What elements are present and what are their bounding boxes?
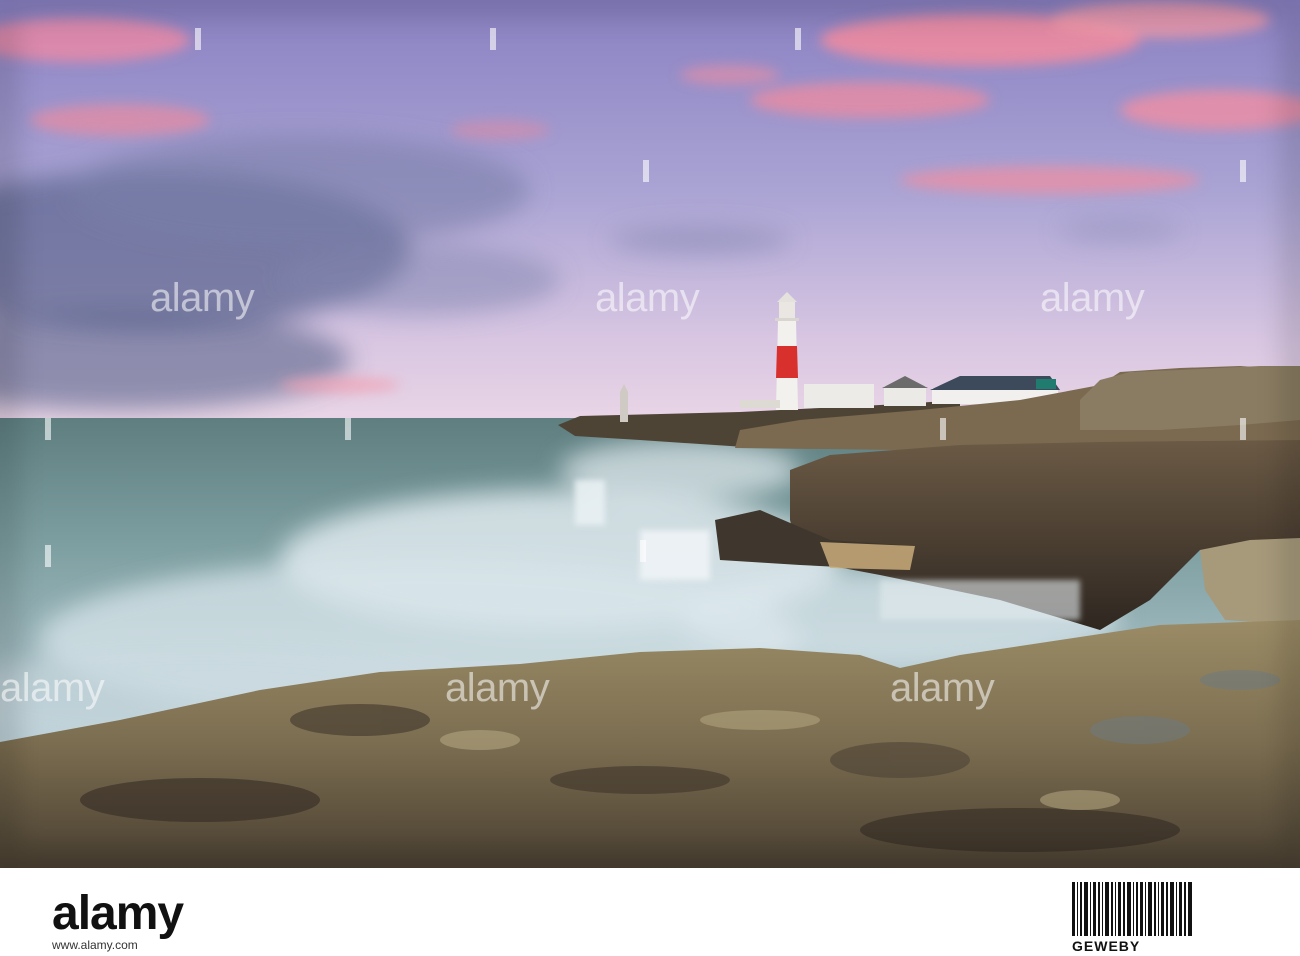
watermark-mark: [940, 418, 946, 440]
stock-image-id: GEWEBY: [1072, 938, 1141, 954]
photo-scene: [0, 0, 1300, 868]
watermark-mark: [1240, 418, 1246, 440]
watermark-mark: [490, 28, 496, 50]
watermark-mark: [345, 418, 351, 440]
watermark: alamy: [150, 276, 255, 320]
cliff-highlight: [820, 542, 915, 570]
watermark: alamy: [445, 666, 550, 710]
watermark-mark: [795, 28, 801, 50]
watermark: alamy: [595, 276, 700, 320]
barcode-icon: [1072, 882, 1192, 936]
watermark: alamy: [0, 666, 105, 710]
watermark-mark: [640, 540, 646, 562]
watermark: alamy: [1040, 276, 1145, 320]
landscape-photo: alamy alamy alamy alamy alamy alamy: [0, 0, 1300, 868]
watermark: alamy: [890, 666, 995, 710]
watermark-mark: [643, 160, 649, 182]
watermark-mark: [45, 545, 51, 567]
watermark-mark: [45, 418, 51, 440]
alamy-logo: alamy: [52, 887, 184, 940]
alamy-url: www.alamy.com: [52, 938, 138, 952]
watermark-mark: [1240, 160, 1246, 182]
watermark-mark: [195, 28, 201, 50]
obelisk: [620, 392, 628, 422]
watermark-footer: alamy GEWEBY www.alamy.com: [0, 868, 1300, 956]
